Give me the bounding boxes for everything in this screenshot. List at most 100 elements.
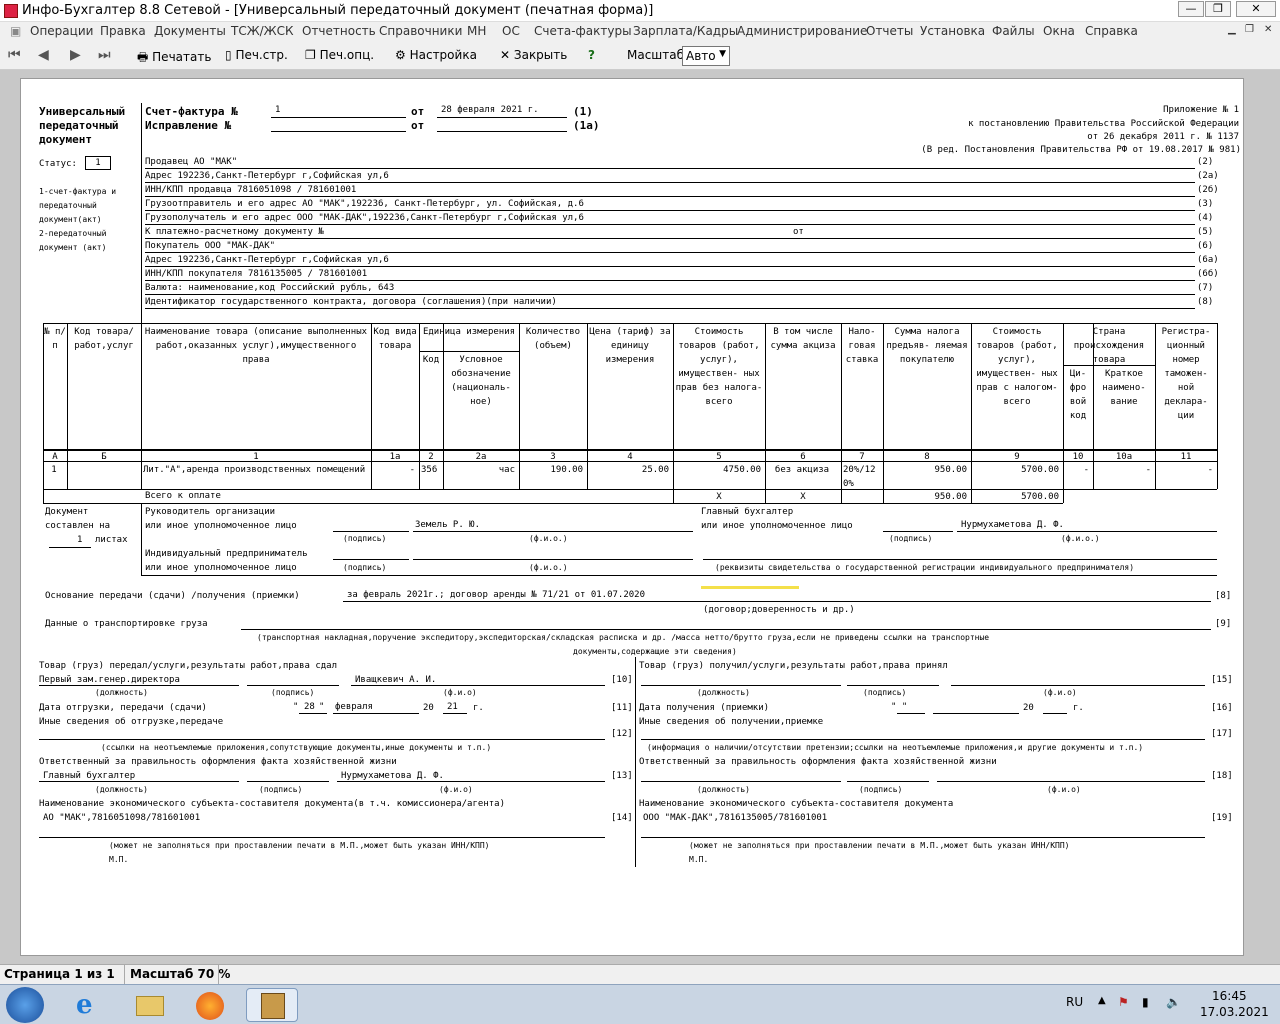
menu-help[interactable]: Справка bbox=[1085, 24, 1138, 38]
field-underline bbox=[39, 739, 605, 740]
transfer-field: [19] bbox=[1211, 813, 1233, 823]
mdi-close-icon[interactable]: ✕ bbox=[1264, 24, 1272, 35]
requisite-line: Идентификатор государственного контракта… bbox=[145, 297, 557, 307]
clock-time[interactable]: 16:45 bbox=[1212, 989, 1247, 1003]
table-cell: без акциза bbox=[774, 465, 830, 475]
menu-invoices[interactable]: Счета-фактуры bbox=[534, 24, 632, 38]
requisite-code: (2б) bbox=[1197, 185, 1219, 195]
menu-mn[interactable]: МН bbox=[467, 24, 486, 38]
transfer-field: (должность) bbox=[95, 688, 148, 697]
requisite-underline bbox=[145, 252, 1195, 253]
first-page-icon[interactable]: ⏮ bbox=[8, 47, 21, 63]
menu-directories[interactable]: Справочники bbox=[379, 24, 462, 38]
transfer-field: г. bbox=[1073, 703, 1084, 713]
menu-files[interactable]: Файлы bbox=[992, 24, 1035, 38]
appendix-2: к постановлению Правительства Российской… bbox=[968, 119, 1239, 129]
head-label-2: или иное уполномоченное лицо bbox=[145, 521, 297, 531]
close-window-button[interactable]: ✕ bbox=[1236, 1, 1276, 17]
transfer-field: (ссылки на неотъемлемые приложения,сопут… bbox=[101, 743, 492, 752]
field-underline bbox=[641, 781, 841, 782]
requisite-code: (6) bbox=[1197, 241, 1214, 251]
clock-date[interactable]: 17.03.2021 bbox=[1200, 1005, 1269, 1019]
close-icon: ✕ bbox=[500, 48, 511, 62]
requisite-line: Продавец АО "МАК" bbox=[145, 157, 238, 167]
column-number: 11 bbox=[1180, 452, 1192, 462]
document-viewport[interactable]: Универсальный передаточный документ Счет… bbox=[0, 70, 1280, 964]
ip-rekv: (реквизиты свидетельства о государственн… bbox=[715, 563, 1135, 572]
table-cell: 190.00 bbox=[550, 465, 583, 475]
menu-reports[interactable]: Отчеты bbox=[866, 24, 913, 38]
mdi-restore-icon[interactable]: ❐ bbox=[1245, 24, 1254, 35]
requisite-from: от bbox=[793, 227, 804, 237]
transfer-field: (может не заполняться при проставлении п… bbox=[689, 841, 1070, 850]
doc-title-2: передаточный bbox=[39, 119, 119, 132]
field-underline bbox=[443, 713, 467, 714]
table-cell: Лит."А",аренда производственных помещени… bbox=[143, 465, 366, 475]
head-name: Земель Р. Ю. bbox=[415, 520, 481, 530]
tray-expand-icon[interactable]: ▲ bbox=[1098, 995, 1106, 1006]
requisite-code: (3) bbox=[1197, 199, 1214, 209]
maximize-button[interactable]: ❐ bbox=[1205, 1, 1231, 17]
print-page-button[interactable]: ▯ Печ.стр. bbox=[225, 48, 288, 62]
transfer-field: [16] bbox=[1211, 703, 1233, 713]
flag-icon[interactable]: ⚑ bbox=[1118, 995, 1129, 1009]
print-label: Печатать bbox=[152, 50, 212, 64]
mdi-icon: ▣ bbox=[10, 24, 22, 38]
prev-page-icon[interactable]: ◀ bbox=[38, 47, 49, 63]
settings-label: Настройка bbox=[409, 48, 477, 62]
requisite-underline bbox=[145, 182, 1195, 183]
help-button[interactable]: ? bbox=[588, 48, 595, 62]
mdi-minimize-icon[interactable]: ▁ bbox=[1228, 24, 1236, 35]
print-options-button[interactable]: ❐ Печ.опц. bbox=[305, 48, 374, 62]
transfer-field: (должность) bbox=[95, 785, 148, 794]
transfer-field: 20 bbox=[1023, 703, 1034, 713]
ip-label-2: или иное уполномоченное лицо bbox=[145, 563, 297, 573]
transfer-field: " bbox=[319, 702, 325, 712]
close-button[interactable]: ✕ Закрыть bbox=[500, 48, 567, 62]
table-col-rule bbox=[1063, 489, 1064, 503]
network-icon[interactable]: ▮ bbox=[1142, 995, 1149, 1009]
table-rule bbox=[419, 351, 519, 352]
menu-operations[interactable]: Операции bbox=[30, 24, 93, 38]
last-page-icon[interactable]: ⏭ bbox=[98, 47, 111, 63]
table-rule bbox=[43, 323, 1217, 324]
basis-label: Основание передачи (сдачи) /получения (п… bbox=[45, 591, 300, 601]
volume-icon[interactable]: 🔈 bbox=[1166, 995, 1181, 1009]
minimize-button[interactable]: — bbox=[1178, 1, 1204, 17]
menu-windows[interactable]: Окна bbox=[1043, 24, 1075, 38]
title-bar: Инфо-Бухгалтер 8.8 Сетевой - [Универсаль… bbox=[0, 0, 1280, 22]
start-button[interactable] bbox=[6, 987, 44, 1023]
menu-admin[interactable]: Администрирование bbox=[737, 24, 867, 38]
scale-select[interactable]: Авто ▼ bbox=[682, 46, 730, 66]
menu-install[interactable]: Установка bbox=[920, 24, 985, 38]
menu-tszh[interactable]: ТСЖ/ЖСК bbox=[231, 24, 294, 38]
transfer-field: АО "МАК",7816051098/781601001 bbox=[43, 813, 201, 823]
menu-edit[interactable]: Правка bbox=[100, 24, 146, 38]
transfer-field: февраля bbox=[335, 702, 373, 712]
column-number: 7 bbox=[859, 452, 865, 462]
print-button[interactable]: 🖶 Печатать bbox=[137, 48, 211, 69]
column-number: 9 bbox=[1014, 452, 1020, 462]
menu-documents[interactable]: Документы bbox=[154, 24, 226, 38]
column-number: 8 bbox=[924, 452, 930, 462]
field-underline bbox=[299, 713, 327, 714]
column-number: 10 bbox=[1072, 452, 1084, 462]
field-underline bbox=[937, 781, 1205, 782]
field-underline bbox=[247, 781, 329, 782]
requisite-code: (8) bbox=[1197, 297, 1214, 307]
next-page-icon[interactable]: ▶ bbox=[70, 47, 81, 63]
pages-icon: ❐ bbox=[305, 48, 316, 62]
field-underline bbox=[39, 781, 239, 782]
menu-os[interactable]: ОС bbox=[502, 24, 520, 38]
firefox-icon[interactable] bbox=[184, 988, 236, 1022]
infobuh-task[interactable] bbox=[246, 988, 298, 1022]
settings-button[interactable]: ⚙ Настройка bbox=[395, 48, 477, 62]
menu-reporting[interactable]: Отчетность bbox=[302, 24, 376, 38]
language-indicator[interactable]: RU bbox=[1066, 995, 1083, 1009]
ie-icon[interactable]: e bbox=[64, 988, 116, 1022]
basis-hint: (договор;доверенность и др.) bbox=[703, 605, 855, 615]
explorer-icon[interactable] bbox=[124, 988, 176, 1022]
print-options-label: Печ.опц. bbox=[319, 48, 375, 62]
menu-salary[interactable]: Зарплата/Кадры bbox=[633, 24, 738, 38]
fix-from: от bbox=[411, 119, 425, 132]
